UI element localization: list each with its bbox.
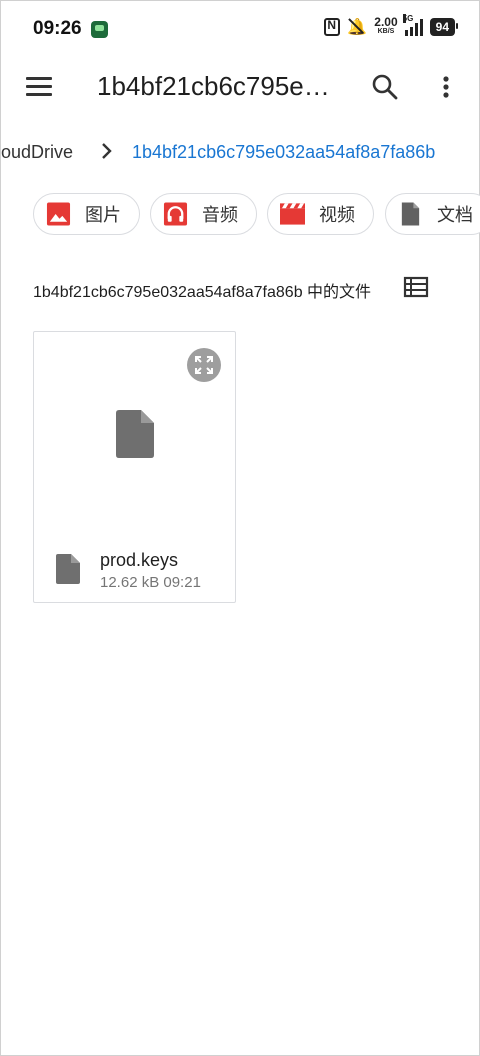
app-bar: 1b4bf21cb6c795e…	[1, 57, 480, 117]
breadcrumb: oudDrive 1b4bf21cb6c795e032aa54af8a7fa86…	[1, 137, 480, 167]
status-time: 09:26	[33, 18, 82, 39]
chevron-right-icon	[102, 143, 112, 159]
page-title: 1b4bf21cb6c795e…	[97, 71, 330, 101]
chip-label: 文档	[437, 205, 473, 225]
file-preview-icon	[116, 410, 154, 458]
network-speed-unit: KB/S	[377, 28, 395, 35]
breadcrumb-current[interactable]: 1b4bf21cb6c795e032aa54af8a7fa86b	[132, 142, 435, 163]
list-view-toggle[interactable]	[403, 275, 429, 299]
battery-indicator: 94	[429, 18, 459, 36]
file-card[interactable]: prod.keys 12.62 kB 09:21	[33, 331, 236, 603]
headphones-icon	[163, 202, 188, 226]
file-meta: 12.62 kB 09:21	[100, 574, 201, 591]
search-button[interactable]	[371, 73, 399, 101]
chip-images[interactable]: 图片	[33, 193, 140, 235]
document-icon	[401, 202, 420, 226]
expand-preview-button[interactable]	[187, 348, 221, 382]
more-options-button[interactable]	[433, 73, 461, 101]
chip-video[interactable]: 视频	[267, 193, 374, 235]
list-view-icon	[403, 276, 429, 298]
more-vert-icon	[443, 76, 449, 98]
nfc-icon	[324, 18, 341, 36]
chip-label: 视频	[319, 205, 355, 225]
expand-icon	[195, 356, 213, 374]
bell-muted-icon: 🔔	[347, 19, 368, 36]
network-speed-value: 2.00	[374, 15, 398, 29]
menu-button[interactable]	[26, 77, 52, 97]
chip-label: 音频	[202, 205, 238, 225]
status-icons: 🔔 2.00 KB/S 5G 94	[324, 14, 459, 37]
breadcrumb-parent[interactable]: oudDrive	[1, 142, 73, 163]
section-title: 1b4bf21cb6c795e032aa54af8a7fa86b 中的文件	[33, 284, 372, 301]
chip-label: 图片	[85, 205, 121, 225]
signal-icon: 5G	[402, 14, 423, 36]
image-icon	[46, 202, 71, 226]
app-notification-icon	[91, 21, 108, 38]
file-type-icon	[56, 554, 80, 584]
file-name: prod.keys	[100, 550, 179, 570]
category-chips: 图片 音频 视频 文档	[33, 193, 480, 237]
network-type: 5G	[402, 14, 414, 23]
clapperboard-icon	[280, 203, 305, 225]
network-speed: 2.00 KB/S	[374, 15, 398, 36]
search-icon	[372, 74, 398, 100]
chip-documents[interactable]: 文档	[385, 193, 480, 235]
chip-audio[interactable]: 音频	[150, 193, 257, 235]
status-bar: 09:26 🔔 2.00 KB/S 5G 94	[1, 1, 480, 57]
